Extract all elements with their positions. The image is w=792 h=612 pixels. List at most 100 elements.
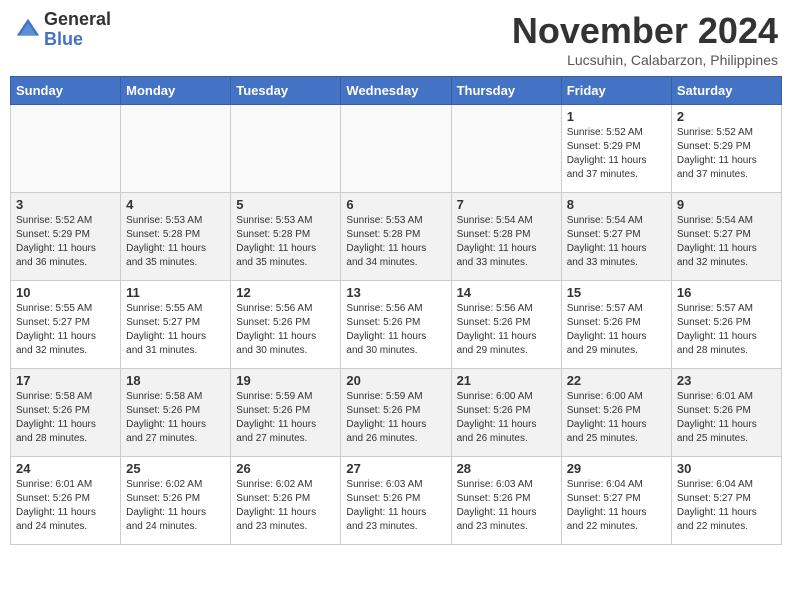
day-info: Sunrise: 6:01 AM Sunset: 5:26 PM Dayligh… — [16, 478, 115, 534]
logo-icon — [14, 16, 42, 44]
weekday-header-row: SundayMondayTuesdayWednesdayThursdayFrid… — [11, 77, 782, 105]
calendar-cell — [231, 105, 341, 193]
day-number: 10 — [16, 285, 115, 300]
day-info: Sunrise: 5:55 AM Sunset: 5:27 PM Dayligh… — [16, 302, 115, 358]
day-info: Sunrise: 5:53 AM Sunset: 5:28 PM Dayligh… — [126, 214, 225, 270]
calendar-cell: 13 Sunrise: 5:56 AM Sunset: 5:26 PM Dayli… — [341, 281, 451, 369]
weekday-header-wednesday: Wednesday — [341, 77, 451, 105]
calendar-cell: 27 Sunrise: 6:03 AM Sunset: 5:26 PM Dayli… — [341, 457, 451, 545]
calendar-cell: 14Sunrise: 5:56 AM Sunset: 5:26 PM Dayli… — [451, 281, 561, 369]
day-info: Sunrise: 6:02 AM Sunset: 5:26 PM Dayligh… — [126, 478, 225, 534]
day-number: 9 — [677, 197, 776, 212]
weekday-header-thursday: Thursday — [451, 77, 561, 105]
day-info: Sunrise: 5:56 AM Sunset: 5:26 PM Dayligh… — [236, 302, 335, 358]
day-number: 29 — [567, 461, 666, 476]
day-info: Sunrise: 6:00 AM Sunset: 5:26 PM Dayligh… — [457, 390, 556, 446]
calendar-cell: 7Sunrise: 5:54 AM Sunset: 5:28 PM Daylig… — [451, 193, 561, 281]
weekday-header-friday: Friday — [561, 77, 671, 105]
day-info: Sunrise: 6:03 AM Sunset: 5:26 PM Dayligh… — [457, 478, 556, 534]
calendar-cell: 12 Sunrise: 5:56 AM Sunset: 5:26 PM Dayli… — [231, 281, 341, 369]
week-row-2: 3Sunrise: 5:52 AM Sunset: 5:29 PM Daylig… — [11, 193, 782, 281]
day-info: Sunrise: 5:55 AM Sunset: 5:27 PM Dayligh… — [126, 302, 225, 358]
day-info: Sunrise: 6:02 AM Sunset: 5:26 PM Dayligh… — [236, 478, 335, 534]
day-number: 15 — [567, 285, 666, 300]
calendar-cell: 22 Sunrise: 6:00 AM Sunset: 5:26 PM Dayli… — [561, 369, 671, 457]
day-number: 27 — [346, 461, 445, 476]
day-number: 1 — [567, 109, 666, 124]
day-number: 23 — [677, 373, 776, 388]
calendar-cell: 4 Sunrise: 5:53 AM Sunset: 5:28 PM Daylig… — [121, 193, 231, 281]
calendar: SundayMondayTuesdayWednesdayThursdayFrid… — [10, 76, 782, 545]
day-number: 20 — [346, 373, 445, 388]
calendar-cell: 20 Sunrise: 5:59 AM Sunset: 5:26 PM Dayli… — [341, 369, 451, 457]
week-row-1: 1 Sunrise: 5:52 AM Sunset: 5:29 PM Daylig… — [11, 105, 782, 193]
day-number: 12 — [236, 285, 335, 300]
day-number: 13 — [346, 285, 445, 300]
day-info: Sunrise: 5:52 AM Sunset: 5:29 PM Dayligh… — [567, 126, 666, 182]
calendar-cell: 26 Sunrise: 6:02 AM Sunset: 5:26 PM Dayli… — [231, 457, 341, 545]
day-number: 24 — [16, 461, 115, 476]
day-number: 30 — [677, 461, 776, 476]
week-row-3: 10 Sunrise: 5:55 AM Sunset: 5:27 PM Dayli… — [11, 281, 782, 369]
day-number: 2 — [677, 109, 776, 124]
day-number: 16 — [677, 285, 776, 300]
calendar-cell: 30 Sunrise: 6:04 AM Sunset: 5:27 PM Dayli… — [671, 457, 781, 545]
day-number: 21 — [457, 373, 556, 388]
day-info: Sunrise: 6:00 AM Sunset: 5:26 PM Dayligh… — [567, 390, 666, 446]
logo-text: General Blue — [44, 10, 111, 50]
calendar-cell — [121, 105, 231, 193]
calendar-cell: 25 Sunrise: 6:02 AM Sunset: 5:26 PM Dayli… — [121, 457, 231, 545]
week-row-5: 24 Sunrise: 6:01 AM Sunset: 5:26 PM Dayli… — [11, 457, 782, 545]
day-number: 8 — [567, 197, 666, 212]
calendar-cell: 19 Sunrise: 5:59 AM Sunset: 5:26 PM Dayli… — [231, 369, 341, 457]
weekday-header-tuesday: Tuesday — [231, 77, 341, 105]
calendar-cell: 9 Sunrise: 5:54 AM Sunset: 5:27 PM Daylig… — [671, 193, 781, 281]
calendar-cell: 1 Sunrise: 5:52 AM Sunset: 5:29 PM Daylig… — [561, 105, 671, 193]
location: Lucsuhin, Calabarzon, Philippines — [512, 52, 778, 68]
weekday-header-sunday: Sunday — [11, 77, 121, 105]
day-info: Sunrise: 6:04 AM Sunset: 5:27 PM Dayligh… — [677, 478, 776, 534]
day-info: Sunrise: 5:53 AM Sunset: 5:28 PM Dayligh… — [236, 214, 335, 270]
calendar-cell: 10 Sunrise: 5:55 AM Sunset: 5:27 PM Dayli… — [11, 281, 121, 369]
day-info: Sunrise: 6:04 AM Sunset: 5:27 PM Dayligh… — [567, 478, 666, 534]
calendar-cell — [451, 105, 561, 193]
day-info: Sunrise: 5:53 AM Sunset: 5:28 PM Dayligh… — [346, 214, 445, 270]
day-number: 6 — [346, 197, 445, 212]
day-number: 4 — [126, 197, 225, 212]
calendar-cell — [341, 105, 451, 193]
day-number: 26 — [236, 461, 335, 476]
day-info: Sunrise: 5:59 AM Sunset: 5:26 PM Dayligh… — [346, 390, 445, 446]
calendar-cell: 21 Sunrise: 6:00 AM Sunset: 5:26 PM Dayli… — [451, 369, 561, 457]
day-number: 17 — [16, 373, 115, 388]
calendar-cell: 15 Sunrise: 5:57 AM Sunset: 5:26 PM Dayli… — [561, 281, 671, 369]
day-info: Sunrise: 5:52 AM Sunset: 5:29 PM Dayligh… — [677, 126, 776, 182]
day-info: Sunrise: 5:56 AM Sunset: 5:26 PM Dayligh… — [457, 302, 556, 358]
calendar-cell: 11 Sunrise: 5:55 AM Sunset: 5:27 PM Dayli… — [121, 281, 231, 369]
day-number: 3 — [16, 197, 115, 212]
day-info: Sunrise: 5:59 AM Sunset: 5:26 PM Dayligh… — [236, 390, 335, 446]
calendar-cell: 5Sunrise: 5:53 AM Sunset: 5:28 PM Daylig… — [231, 193, 341, 281]
day-info: Sunrise: 5:57 AM Sunset: 5:26 PM Dayligh… — [677, 302, 776, 358]
day-info: Sunrise: 5:54 AM Sunset: 5:27 PM Dayligh… — [567, 214, 666, 270]
day-number: 22 — [567, 373, 666, 388]
day-info: Sunrise: 5:54 AM Sunset: 5:28 PM Dayligh… — [457, 214, 556, 270]
day-info: Sunrise: 5:58 AM Sunset: 5:26 PM Dayligh… — [126, 390, 225, 446]
calendar-cell: 18Sunrise: 5:58 AM Sunset: 5:26 PM Dayli… — [121, 369, 231, 457]
weekday-header-saturday: Saturday — [671, 77, 781, 105]
calendar-cell: 16 Sunrise: 5:57 AM Sunset: 5:26 PM Dayli… — [671, 281, 781, 369]
calendar-cell: 3Sunrise: 5:52 AM Sunset: 5:29 PM Daylig… — [11, 193, 121, 281]
calendar-cell: 23Sunrise: 6:01 AM Sunset: 5:26 PM Dayli… — [671, 369, 781, 457]
day-info: Sunrise: 5:57 AM Sunset: 5:26 PM Dayligh… — [567, 302, 666, 358]
week-row-4: 17 Sunrise: 5:58 AM Sunset: 5:26 PM Dayli… — [11, 369, 782, 457]
day-info: Sunrise: 6:03 AM Sunset: 5:26 PM Dayligh… — [346, 478, 445, 534]
calendar-cell: 6 Sunrise: 5:53 AM Sunset: 5:28 PM Daylig… — [341, 193, 451, 281]
day-info: Sunrise: 5:56 AM Sunset: 5:26 PM Dayligh… — [346, 302, 445, 358]
day-info: Sunrise: 5:54 AM Sunset: 5:27 PM Dayligh… — [677, 214, 776, 270]
day-number: 11 — [126, 285, 225, 300]
day-number: 19 — [236, 373, 335, 388]
weekday-header-monday: Monday — [121, 77, 231, 105]
day-number: 25 — [126, 461, 225, 476]
logo: General Blue — [14, 10, 111, 50]
page-header: General Blue November 2024 Lucsuhin, Cal… — [10, 10, 782, 68]
month-title: November 2024 — [512, 10, 778, 52]
